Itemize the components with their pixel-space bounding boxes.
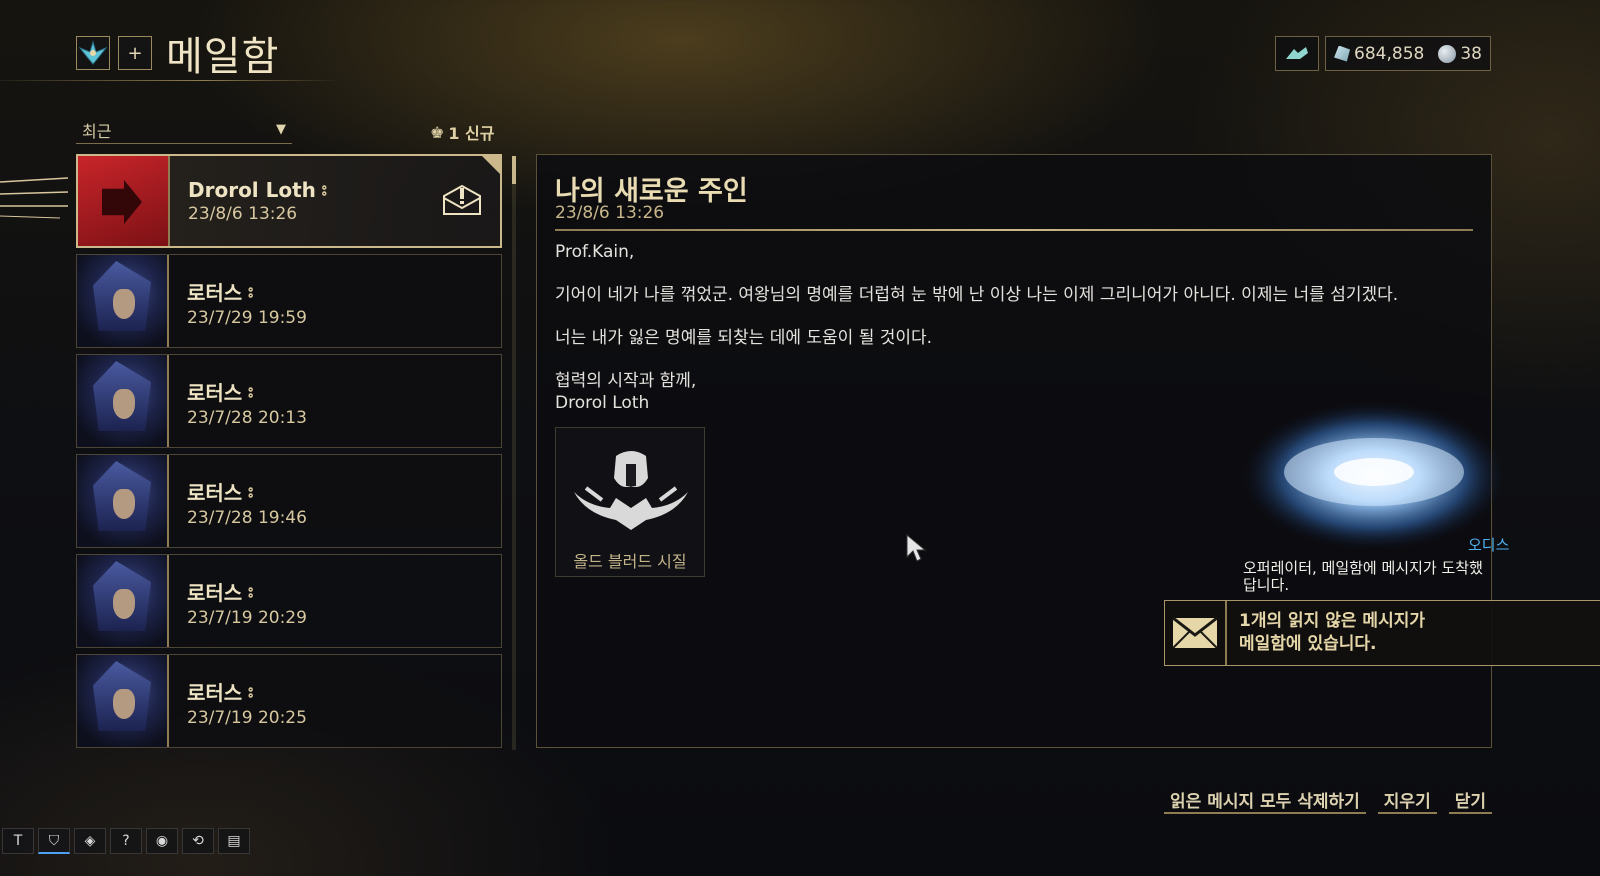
bottom-toolbar: T ⛉ ◈ ? ◉ ⟲ ▤ (0, 826, 250, 856)
subject-divider (555, 229, 1473, 231)
companion-name: 오디스 (1468, 536, 1510, 554)
message-paragraph: 기어이 네가 나를 꺾었군. 여왕님의 명예를 더럽혀 눈 밖에 난 이상 나는… (555, 285, 1399, 305)
attachment-icon: ⦂ (248, 381, 254, 401)
credits-icon (1438, 44, 1457, 63)
delete-button[interactable]: 지우기 (1377, 786, 1437, 814)
toast-line: 메일함에 있습니다. (1239, 634, 1377, 654)
mail-sender: Drorol Loth (188, 178, 316, 202)
shield-icon[interactable]: ⛉ (38, 828, 70, 854)
mail-item[interactable]: 로터스 ⦂ 23/7/28 19:46 (76, 454, 502, 548)
wallet: 684,858 38 (1275, 36, 1491, 71)
mail-item[interactable]: 로터스 ⦂ 23/7/19 20:25 (76, 654, 502, 748)
new-mail-icon: ♚ (430, 122, 445, 142)
scroll-thumb[interactable] (512, 156, 516, 184)
attachment-icon: ⦂ (248, 281, 254, 301)
mail-sender: 로터스 (187, 481, 243, 505)
text-chat-button[interactable]: T (2, 828, 34, 854)
mail-date: 23/8/6 13:26 (188, 204, 298, 224)
companion-message: 오퍼레이터, 메일함에 메시지가 도착했답니다. (1243, 559, 1483, 594)
mail-item-selected[interactable]: Drorol Loth ⦂ 23/8/6 13:26 (76, 154, 502, 248)
lotus-portrait (77, 655, 169, 747)
profile-icon[interactable]: ◉ (146, 828, 178, 854)
close-button[interactable]: 닫기 (1448, 786, 1492, 814)
attachment-icon: ⦂ (321, 180, 327, 199)
mail-date: 23/7/29 19:59 (187, 308, 307, 328)
mail-sender: 로터스 (187, 381, 243, 405)
currency-display: 684,858 38 (1325, 36, 1491, 71)
header: + 메일함 (76, 28, 279, 80)
mail-sender: 로터스 (187, 281, 243, 305)
mail-item[interactable]: 로터스 ⦂ 23/7/29 19:59 (76, 254, 502, 348)
mail-date: 23/7/19 20:29 (187, 608, 307, 628)
mail-item[interactable]: 로터스 ⦂ 23/7/19 20:29 (76, 554, 502, 648)
action-bar: 읽은 메시지 모두 삭제하기 지우기 닫기 (1164, 786, 1492, 814)
add-button[interactable]: + (118, 36, 152, 70)
sort-label: 최근 (82, 121, 112, 141)
new-mail-label: 1 신규 (448, 124, 495, 143)
unread-toast[interactable]: 1개의 읽지 않은 메시지가 메일함에 있습니다. (1164, 600, 1600, 666)
mail-sender: 로터스 (187, 581, 243, 605)
message-salutation: Prof.Kain, (555, 242, 635, 262)
mail-list-scrollbar[interactable] (512, 156, 516, 750)
sort-dropdown[interactable]: 최근 ▼ (76, 116, 292, 144)
mail-date: 23/7/28 20:13 (187, 408, 307, 428)
message-paragraph: 너는 내가 잃은 명예를 되찾는 데에 도움이 될 것이다. (555, 328, 933, 348)
location-icon[interactable]: ◈ (74, 828, 106, 854)
swap-icon[interactable]: ⟲ (182, 828, 214, 854)
attachment-icon: ⦂ (248, 581, 254, 601)
old-blood-sigil-icon (574, 451, 688, 530)
mouse-cursor-icon (906, 533, 927, 562)
new-mail-count: ♚ 1 신규 (430, 120, 495, 144)
attachment-icon: ⦂ (248, 481, 254, 501)
platinum-icon (1334, 45, 1351, 62)
message-body: Prof.Kain, 기어이 네가 나를 꺾었군. 여왕님의 명예를 더럽혀 눈… (555, 241, 1475, 414)
mail-item[interactable]: 로터스 ⦂ 23/7/28 20:13 (76, 354, 502, 448)
mail-date: 23/7/19 20:25 (187, 708, 307, 728)
toast-line: 1개의 읽지 않은 메시지가 (1239, 611, 1425, 631)
wing-icon[interactable] (1275, 36, 1320, 71)
mail-sender: 로터스 (187, 681, 243, 705)
page-title: 메일함 (166, 34, 280, 80)
clan-emblem-icon[interactable] (76, 36, 110, 70)
lotus-portrait (77, 255, 169, 347)
mail-list: Drorol Loth ⦂ 23/8/6 13:26 로터스 ⦂ 23/7/29 1… (76, 154, 502, 754)
unread-corner-mark (480, 154, 502, 176)
selection-indicator (0, 177, 69, 219)
envelope-icon (1165, 601, 1227, 665)
delete-read-button[interactable]: 읽은 메시지 모두 삭제하기 (1164, 786, 1366, 814)
lotus-portrait (77, 555, 169, 647)
credits-value: 38 (1460, 43, 1482, 64)
help-button[interactable]: ? (110, 828, 142, 854)
message-date: 23/8/6 13:26 (555, 203, 665, 223)
title-divider (0, 80, 340, 81)
urgent-mail-icon (443, 184, 481, 215)
drorol-emblem-icon (78, 156, 170, 246)
lotus-portrait (77, 355, 169, 447)
attachment-label: 올드 블러드 시질 (573, 552, 687, 571)
dropdown-arrow-icon: ▼ (276, 122, 286, 137)
message-closing: 협력의 시작과 함께, (555, 371, 697, 391)
attachment-item[interactable]: 올드 블러드 시질 (555, 427, 705, 577)
lotus-portrait (77, 455, 169, 547)
ordis-orb-icon (1242, 402, 1506, 550)
mail-date: 23/7/28 19:46 (187, 508, 307, 528)
attachment-icon: ⦂ (248, 681, 254, 701)
platinum-value: 684,858 (1354, 43, 1425, 64)
window-icon[interactable]: ▤ (218, 828, 250, 854)
